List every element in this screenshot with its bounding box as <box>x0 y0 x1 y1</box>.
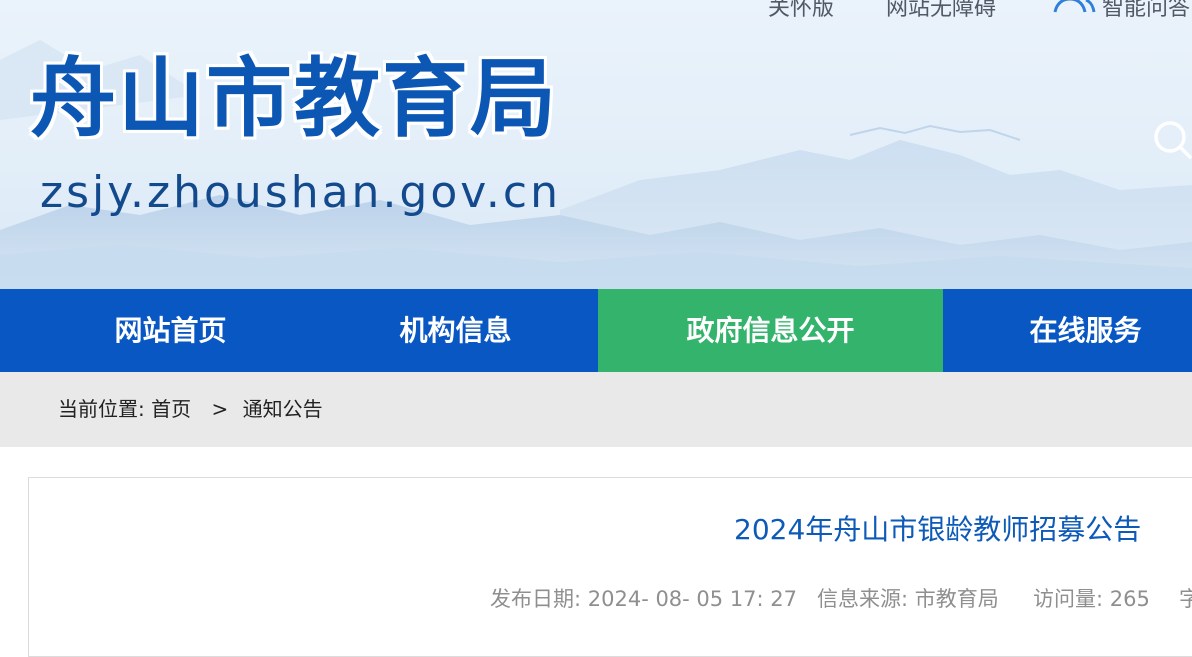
accessibility-link[interactable]: 网站无障碍 <box>886 0 996 22</box>
breadcrumb-current-link[interactable]: 通知公告 <box>243 397 323 421</box>
main-nav: 网站首页 机构信息 政府信息公开 在线服务 <box>0 289 1192 372</box>
article-title: 2024年舟山市银龄教师招募公告 <box>734 513 1142 546</box>
publish-date: 发布日期: 2024- 08- 05 17: 27 <box>490 587 798 611</box>
nav-item-gov-disclosure[interactable]: 政府信息公开 <box>598 289 943 372</box>
breadcrumb-bar: 当前位置: 首页 > 通知公告 <box>0 372 1192 447</box>
site-domain: zsjy.zhoushan.gov.cn <box>40 167 561 218</box>
breadcrumb-prefix: 当前位置: <box>58 397 145 421</box>
search-icon[interactable] <box>1150 118 1192 160</box>
person-group-icon[interactable] <box>1052 0 1096 14</box>
info-source: 信息来源: 市教育局 <box>817 587 999 611</box>
top-links: 关怀版 网站无障碍 智能问答 <box>0 0 1192 30</box>
smart-qa-link[interactable]: 智能问答 <box>1102 0 1190 22</box>
site-title: 舟山市教育局 <box>30 48 558 149</box>
nav-item-home[interactable]: 网站首页 <box>28 289 313 372</box>
breadcrumb: 当前位置: 首页 > 通知公告 <box>58 372 323 447</box>
nav-item-online-service[interactable]: 在线服务 <box>943 289 1192 372</box>
nav-item-organization[interactable]: 机构信息 <box>313 289 598 372</box>
breadcrumb-separator: > <box>211 397 229 421</box>
breadcrumb-home-link[interactable]: 首页 <box>151 397 191 421</box>
header-banner: 关怀版 网站无障碍 智能问答 舟山市教育局 zsjy.zhoushan.gov.… <box>0 0 1192 289</box>
font-size-control[interactable]: 字 <box>1179 583 1192 613</box>
article-container: 2024年舟山市银龄教师招募公告 发布日期: 2024- 08- 05 17: … <box>28 477 1192 657</box>
elder-mode-link[interactable]: 关怀版 <box>768 0 834 22</box>
visit-count: 访问量: 265 <box>1033 587 1150 611</box>
